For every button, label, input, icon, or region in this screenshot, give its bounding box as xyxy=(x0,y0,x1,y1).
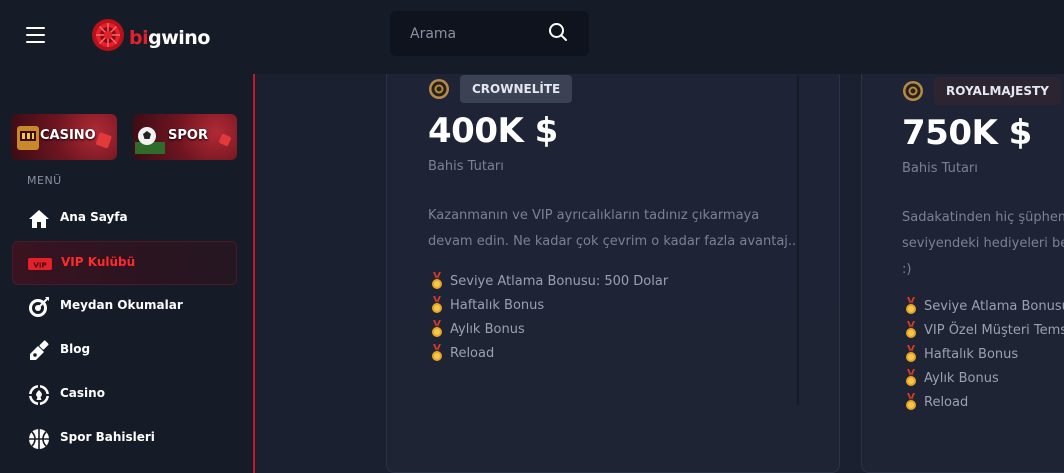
spor-category-button[interactable]: SPOR xyxy=(133,114,237,160)
bet-amount-label: Bahis Tutarı xyxy=(428,159,504,174)
sidebar-item-meydan-okumalar[interactable]: Meydan Okumalar xyxy=(12,285,237,329)
basketball-icon xyxy=(29,429,49,449)
blog-icon xyxy=(30,340,49,360)
medal-icon xyxy=(430,272,444,290)
sidebar-item-label: Ana Sayfa xyxy=(60,210,128,224)
list-item: Seviye Atlama Bonusu: 500 Dolar xyxy=(430,269,668,293)
dice-icon xyxy=(95,132,112,149)
vip-card-crownelite: CROWNELİTE 400K $ Bahis Tutarı Kazanmanı… xyxy=(386,74,840,473)
sidebar-item-ana-sayfa[interactable]: Ana Sayfa xyxy=(12,197,237,241)
sidebar-item-label: Meydan Okumalar xyxy=(60,298,183,312)
menu-heading: MENÜ xyxy=(27,174,62,187)
tier-description: Kazanmanın ve VIP ayrıcalıkların tadınız… xyxy=(428,208,797,249)
logo-emblem-icon xyxy=(92,19,124,51)
svg-text:VIP: VIP xyxy=(33,262,46,270)
list-item: Haftalık Bonus xyxy=(430,293,668,317)
list-item: Reload xyxy=(430,341,668,365)
perk-list: Seviye Atlama Bonusu VIP Özel Müşteri Te… xyxy=(904,294,1064,414)
sidebar-item-label: VIP Kulübü xyxy=(61,255,136,269)
list-item: Aylık Bonus xyxy=(904,366,1064,390)
sidebar-item-label: Casino xyxy=(60,386,105,400)
site-logo[interactable]: bigwino xyxy=(89,13,219,59)
medal-icon xyxy=(430,320,444,338)
medal-icon xyxy=(904,369,918,387)
list-item: Reload xyxy=(904,390,1064,414)
target-icon xyxy=(29,297,49,317)
tier-coin-icon xyxy=(429,79,449,99)
tier-description: Sadakatinden hiç şüphem seviyendeki hedi… xyxy=(902,210,1064,277)
sidebar-item-label: Blog xyxy=(60,342,91,356)
vip-levels-area: CROWNELİTE 400K $ Bahis Tutarı Kazanmanı… xyxy=(255,74,1064,473)
spor-category-label: SPOR xyxy=(168,128,208,143)
bet-amount: 750K $ xyxy=(902,113,1032,153)
casino-chip-icon xyxy=(28,384,50,406)
home-icon xyxy=(29,210,49,228)
list-item: Seviye Atlama Bonusu xyxy=(904,294,1064,318)
casino-category-label: CASINO xyxy=(40,128,96,143)
sidebar: CASINO SPOR MENÜ Ana Sayfa VIP VIP Kulüb… xyxy=(0,74,253,473)
sidebar-item-blog[interactable]: Blog xyxy=(12,329,237,373)
medal-icon xyxy=(904,393,918,411)
list-item: Haftalık Bonus xyxy=(904,342,1064,366)
football-icon xyxy=(135,127,165,154)
sidebar-item-vip-kulubu[interactable]: VIP VIP Kulübü xyxy=(12,241,237,285)
sidebar-item-spor-bahisleri[interactable]: Spor Bahisleri xyxy=(12,417,237,461)
bet-amount-label: Bahis Tutarı xyxy=(902,161,978,176)
tier-badge: CROWNELİTE xyxy=(460,75,573,103)
list-item: Aylık Bonus xyxy=(430,317,668,341)
vip-card-royalmajesty: ROYALMAJESTY 750K $ Bahis Tutarı Sadakat… xyxy=(861,74,1064,473)
medal-icon xyxy=(904,321,918,339)
medal-icon xyxy=(430,296,444,314)
vip-icon: VIP xyxy=(28,258,52,270)
search-input[interactable] xyxy=(390,11,540,56)
slot-machine-icon xyxy=(17,126,39,150)
list-item: VIP Özel Müşteri Tems xyxy=(904,318,1064,342)
tier-badge: ROYALMAJESTY xyxy=(934,77,1061,105)
tier-coin-icon xyxy=(903,81,923,101)
top-header: bigwino xyxy=(0,0,1064,74)
logo-wordmark: bigwino xyxy=(129,27,210,49)
hamburger-menu-icon[interactable] xyxy=(26,27,46,43)
perk-list: Seviye Atlama Bonusu: 500 Dolar Haftalık… xyxy=(430,269,668,365)
medal-icon xyxy=(904,345,918,363)
bet-amount: 400K $ xyxy=(428,111,558,151)
sparkle-icon xyxy=(219,134,231,146)
medal-icon xyxy=(904,297,918,315)
medal-icon xyxy=(430,344,444,362)
search-icon[interactable] xyxy=(548,22,568,42)
casino-category-button[interactable]: CASINO xyxy=(11,114,117,160)
sidebar-item-casino[interactable]: Casino xyxy=(12,373,237,417)
sidebar-item-label: Spor Bahisleri xyxy=(60,430,155,444)
